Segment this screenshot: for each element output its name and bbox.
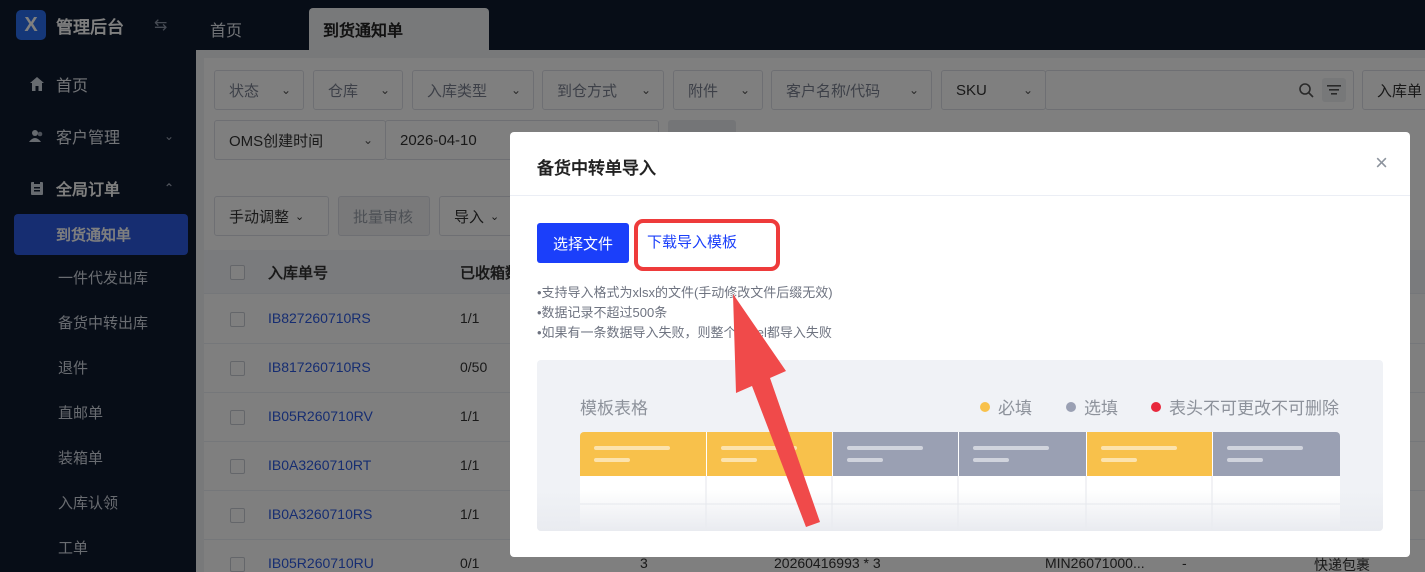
- legend-label: 表头不可更改不可删除: [1169, 399, 1339, 418]
- template-column-optional: [832, 432, 958, 476]
- import-notes: •支持导入格式为xlsx的文件(手动修改文件后缀无效) •数据记录不超过500条…: [537, 283, 833, 343]
- select-file-button[interactable]: 选择文件: [537, 223, 629, 263]
- template-column-required: [1086, 432, 1212, 476]
- legend-optional: 选填: [1066, 394, 1118, 419]
- legend-label: 必填: [998, 399, 1032, 418]
- template-column-required: [706, 432, 832, 476]
- template-column-optional: [958, 432, 1086, 476]
- fade-gradient: [537, 490, 1383, 531]
- template-title: 模板表格: [580, 399, 648, 418]
- dialog-title: 备货中转单导入: [537, 159, 656, 178]
- close-icon[interactable]: ×: [1375, 150, 1388, 176]
- template-column-required: [580, 432, 706, 476]
- dialog-header: 备货中转单导入 ×: [510, 132, 1410, 196]
- legend-required: 必填: [980, 394, 1032, 419]
- legend-label: 选填: [1084, 399, 1118, 418]
- legend-locked-header: 表头不可更改不可删除: [1151, 394, 1339, 419]
- note-item: •支持导入格式为xlsx的文件(手动修改文件后缀无效): [537, 285, 833, 300]
- template-column-optional: [1212, 432, 1340, 476]
- optional-dot-icon: [1066, 401, 1076, 412]
- locked-dot-icon: [1151, 401, 1161, 412]
- template-preview: 模板表格 必填 选填 表头不可更改不可删除: [537, 360, 1383, 531]
- download-template-button[interactable]: 下载导入模板: [647, 231, 737, 252]
- required-dot-icon: [980, 401, 990, 412]
- import-dialog: 备货中转单导入 × 选择文件 下载导入模板 •支持导入格式为xlsx的文件(手动…: [510, 132, 1410, 557]
- note-item: •数据记录不超过500条: [537, 305, 668, 320]
- note-item: •如果有一条数据导入失败，则整个excel都导入失败: [537, 325, 832, 340]
